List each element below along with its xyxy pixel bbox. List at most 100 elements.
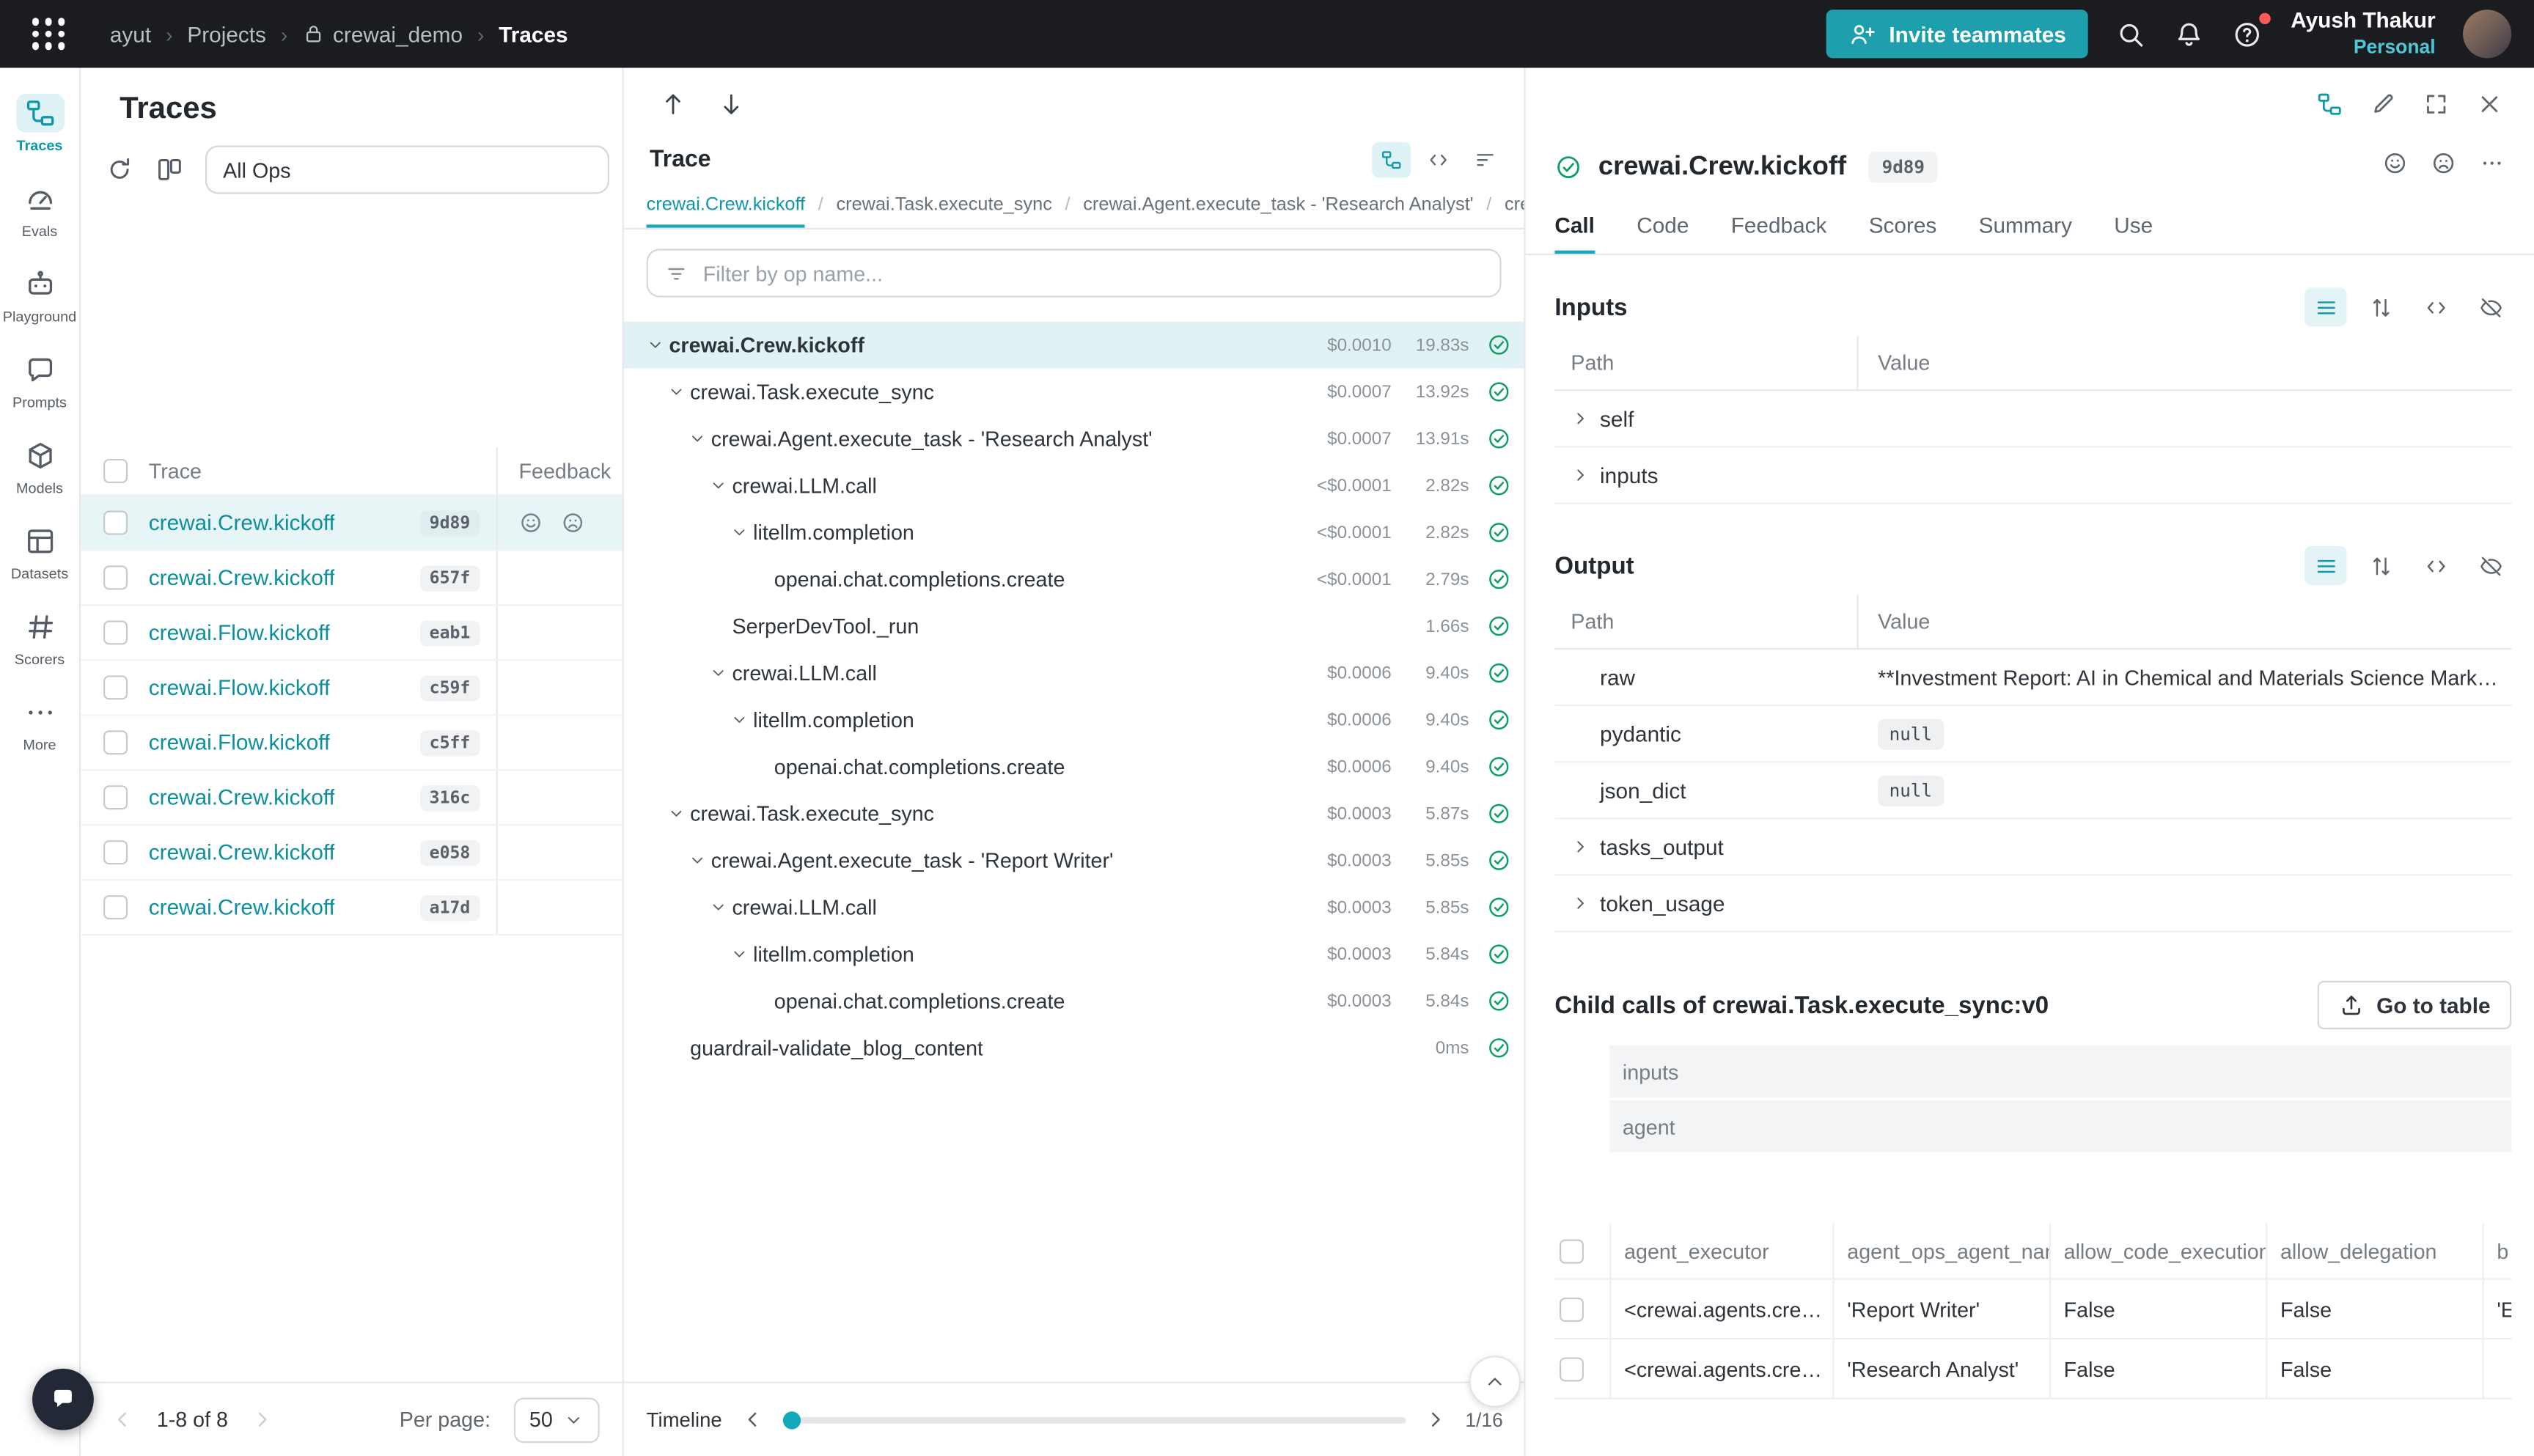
data-row[interactable]: tasks_output [1554, 819, 2511, 875]
avatar[interactable] [2463, 10, 2511, 58]
nav-up-button[interactable] [659, 89, 686, 117]
ops-filter-select[interactable]: All Ops [205, 145, 609, 194]
trace-link[interactable]: crewai.Flow.kickoff [149, 620, 331, 644]
expand-chevron-icon[interactable] [1561, 837, 1600, 856]
sidebar-item-playground[interactable]: Playground [1, 252, 78, 338]
search-button[interactable] [2116, 18, 2147, 49]
flamegraph-button[interactable] [1466, 142, 1505, 177]
trace-tree-row[interactable]: litellm.completion$0.00069.40s [624, 696, 1524, 743]
trace-row[interactable]: crewai.Flow.kickoffc59f [81, 661, 622, 716]
data-row[interactable]: raw**Investment Report: AI in Chemical a… [1554, 650, 2511, 706]
op-name-filter-input[interactable] [703, 261, 1484, 285]
help-button[interactable] [2233, 18, 2263, 49]
tree-view-button[interactable] [1372, 142, 1411, 177]
breadcrumb-item[interactable]: Traces [499, 22, 568, 46]
trace-row[interactable]: crewai.Crew.kickoff9d89 [81, 496, 622, 551]
smile-button[interactable] [2382, 150, 2408, 183]
per-page-select[interactable]: 50 [513, 1397, 600, 1442]
user-menu[interactable]: Ayush Thakur Personal [2291, 8, 2435, 59]
trace-row[interactable]: crewai.Crew.kickoff657f [81, 551, 622, 606]
trace-tree-row[interactable]: SerperDevTool._run1.66s [624, 603, 1524, 650]
trace-path-tab[interactable]: crewai.Task.execute_sync [836, 196, 1051, 228]
chevron-down-icon[interactable] [640, 336, 669, 353]
nav-down-button[interactable] [718, 89, 745, 117]
trace-path-tab[interactable]: crewai.LLM.cal [1505, 196, 1524, 228]
chevron-down-icon[interactable] [682, 430, 711, 447]
trace-link[interactable]: crewai.Crew.kickoff [149, 840, 335, 864]
child-call-row[interactable]: <crewai.agents.cre…'Research Analyst'Fal… [1554, 1339, 2511, 1400]
chevron-down-icon[interactable] [682, 852, 711, 869]
breadcrumb-item[interactable]: ayut [110, 22, 151, 46]
hide-button[interactable] [2469, 287, 2511, 326]
trace-tree-row[interactable]: openai.chat.completions.create$0.00069.4… [624, 743, 1524, 790]
frown-button[interactable] [2431, 150, 2456, 183]
trace-tree-row[interactable]: litellm.completion<$0.00012.82s [624, 509, 1524, 556]
refresh-button[interactable] [105, 155, 134, 185]
data-row[interactable]: json_dictnull [1554, 762, 2511, 819]
tab-scores[interactable]: Scores [1869, 197, 1937, 254]
expand-chevron-icon[interactable] [1561, 466, 1600, 485]
close-button[interactable] [2476, 89, 2503, 117]
expand-rows-button[interactable] [2359, 287, 2401, 326]
trace-tree-row[interactable]: crewai.LLM.call<$0.00012.82s [624, 462, 1524, 509]
smile-feedback-button[interactable] [519, 510, 543, 534]
trace-tree-row[interactable]: guardrail-validate_blog_content0ms [624, 1024, 1524, 1071]
expand-chevron-icon[interactable] [1561, 409, 1600, 428]
timeline-prev-button[interactable] [740, 1408, 764, 1432]
trace-row[interactable]: crewai.Flow.kickoffc5ff [81, 716, 622, 771]
trace-link[interactable]: crewai.Crew.kickoff [149, 510, 335, 534]
wandb-logo-icon[interactable] [19, 8, 77, 60]
tab-feedback[interactable]: Feedback [1731, 197, 1827, 254]
tab-summary[interactable]: Summary [1979, 197, 2072, 254]
row-checkbox[interactable] [103, 565, 127, 589]
data-row[interactable]: self [1554, 391, 2511, 447]
chat-widget-button[interactable] [32, 1369, 94, 1430]
row-checkbox[interactable] [103, 840, 127, 864]
chevron-down-icon[interactable] [703, 898, 732, 916]
row-checkbox[interactable] [103, 510, 127, 534]
go-to-table-button[interactable]: Go to table [2317, 981, 2512, 1029]
trace-row[interactable]: crewai.Flow.kickoffeab1 [81, 606, 622, 661]
code-view-button[interactable] [2414, 287, 2456, 326]
row-checkbox[interactable] [1560, 1297, 1584, 1321]
code-view-button[interactable] [2414, 546, 2456, 585]
sidebar-item-prompts[interactable]: Prompts [1, 338, 78, 424]
breadcrumb-item[interactable]: crewai_demo [302, 22, 463, 46]
invite-teammates-button[interactable]: Invite teammates [1826, 10, 2088, 58]
trace-row[interactable]: crewai.Crew.kickoff316c [81, 771, 622, 826]
list-view-button[interactable] [2305, 546, 2346, 585]
select-all-checkbox[interactable] [103, 459, 127, 483]
chevron-down-icon[interactable] [703, 477, 732, 494]
data-row[interactable]: inputs [1554, 448, 2511, 504]
trace-tree-row[interactable]: crewai.Task.execute_sync$0.00035.87s [624, 790, 1524, 837]
tab-code[interactable]: Code [1637, 197, 1689, 254]
tab-call[interactable]: Call [1554, 197, 1595, 254]
chevron-down-icon[interactable] [724, 523, 753, 541]
trace-link[interactable]: crewai.Flow.kickoff [149, 675, 331, 699]
sidebar-item-scorers[interactable]: Scorers [1, 595, 78, 680]
edit-button[interactable] [2369, 89, 2396, 117]
trace-tree-row[interactable]: crewai.Agent.execute_task - 'Report Writ… [624, 837, 1524, 884]
prev-page-button[interactable] [110, 1408, 134, 1432]
row-checkbox[interactable] [1560, 1356, 1584, 1380]
trace-link[interactable]: crewai.Crew.kickoff [149, 785, 335, 809]
trace-row[interactable]: crewai.Crew.kickoffe058 [81, 826, 622, 880]
column-settings-button[interactable] [155, 155, 185, 185]
timeline-next-button[interactable] [1423, 1408, 1447, 1432]
row-checkbox[interactable] [103, 785, 127, 809]
fullscreen-button[interactable] [2423, 89, 2450, 117]
code-view-button[interactable] [1419, 142, 1458, 177]
sidebar-item-traces[interactable]: Traces [1, 81, 78, 166]
sidebar-item-evals[interactable]: Evals [1, 166, 78, 252]
breadcrumb-item[interactable]: Projects [187, 22, 266, 46]
trace-tree-row[interactable]: crewai.Agent.execute_task - 'Research An… [624, 415, 1524, 462]
trace-path-tab[interactable]: crewai.Crew.kickoff [647, 196, 805, 228]
trace-tree-row[interactable]: openai.chat.completions.create$0.00035.8… [624, 977, 1524, 1024]
timeline-slider[interactable] [782, 1416, 1405, 1423]
row-checkbox[interactable] [103, 730, 127, 754]
sidebar-item-more[interactable]: More [1, 680, 78, 766]
data-row[interactable]: pydanticnull [1554, 706, 2511, 762]
hide-button[interactable] [2469, 546, 2511, 585]
trace-tree-row[interactable]: crewai.Crew.kickoff$0.001019.83s [624, 322, 1524, 369]
trace-tree-row[interactable]: openai.chat.completions.create<$0.00012.… [624, 556, 1524, 603]
